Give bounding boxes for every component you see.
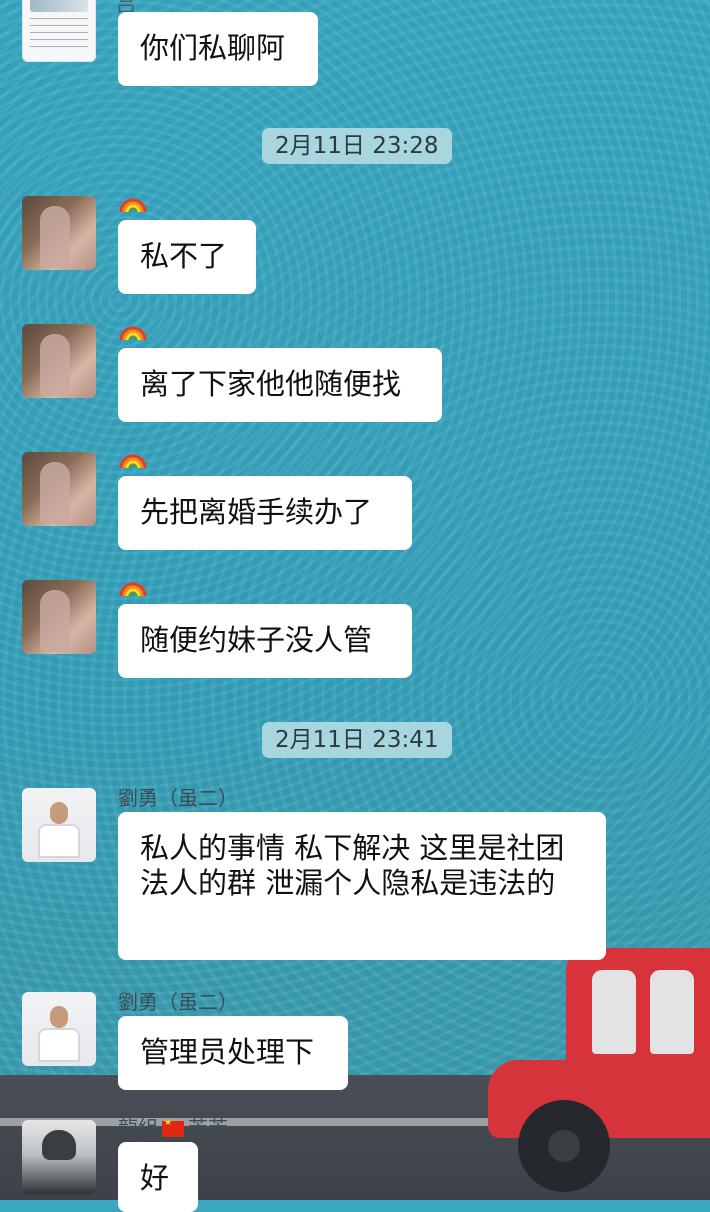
message-bubble[interactable]: 管理员处理下 xyxy=(118,1016,348,1090)
message-bubble[interactable]: 你们私聊阿 xyxy=(118,12,318,86)
avatar[interactable] xyxy=(22,788,96,862)
sender-name: 劉勇（虽二） xyxy=(118,786,238,810)
china-flag-icon xyxy=(162,1118,184,1137)
rainbow-emoji-icon xyxy=(119,454,147,469)
message-text: 你们私聊阿 xyxy=(140,31,286,65)
avatar[interactable] xyxy=(22,992,96,1066)
message-text: 好 xyxy=(140,1161,170,1195)
timestamp-pill: 2月11日 23:41 xyxy=(262,722,452,758)
avatar-text-art xyxy=(30,18,88,52)
sender-name: 劉勇（虽二） xyxy=(118,990,238,1014)
message-text: 随便约妹子没人管 xyxy=(140,623,373,657)
chat-message-list[interactable]: 吕 你们私聊阿 2月11日 23:28 私不了 离了下家他他随便找 先把离婚手续… xyxy=(0,0,710,1212)
sender-name-prefix: 龍組 xyxy=(118,1116,158,1140)
message-bubble[interactable]: 好 xyxy=(118,1142,198,1212)
message-text: 管理员处理下 xyxy=(140,1035,315,1069)
avatar[interactable] xyxy=(22,0,96,62)
message-bubble[interactable]: 离了下家他他随便找 xyxy=(118,348,442,422)
message-text: 先把离婚手续办了 xyxy=(140,495,373,529)
message-bubble[interactable]: 私人的事情 私下解决 这里是社团法人的群 泄漏个人隐私是违法的 xyxy=(118,812,606,960)
avatar[interactable] xyxy=(22,1120,96,1194)
avatar[interactable] xyxy=(22,580,96,654)
avatar[interactable] xyxy=(22,324,96,398)
avatar[interactable] xyxy=(22,452,96,526)
message-text: 离了下家他他随便找 xyxy=(140,367,402,401)
message-text: 私不了 xyxy=(140,239,228,273)
avatar[interactable] xyxy=(22,196,96,270)
sender-name-suffix: 芳芳 xyxy=(188,1116,228,1140)
rainbow-emoji-icon xyxy=(119,326,147,341)
message-bubble[interactable]: 随便约妹子没人管 xyxy=(118,604,412,678)
message-bubble[interactable]: 私不了 xyxy=(118,220,256,294)
message-text: 私人的事情 私下解决 这里是社团法人的群 泄漏个人隐私是违法的 xyxy=(140,831,565,900)
message-bubble[interactable]: 先把离婚手续办了 xyxy=(118,476,412,550)
timestamp-pill: 2月11日 23:28 xyxy=(262,128,452,164)
sender-name: 龍組 芳芳 xyxy=(118,1112,228,1141)
rainbow-emoji-icon xyxy=(119,582,147,597)
rainbow-emoji-icon xyxy=(119,198,147,213)
